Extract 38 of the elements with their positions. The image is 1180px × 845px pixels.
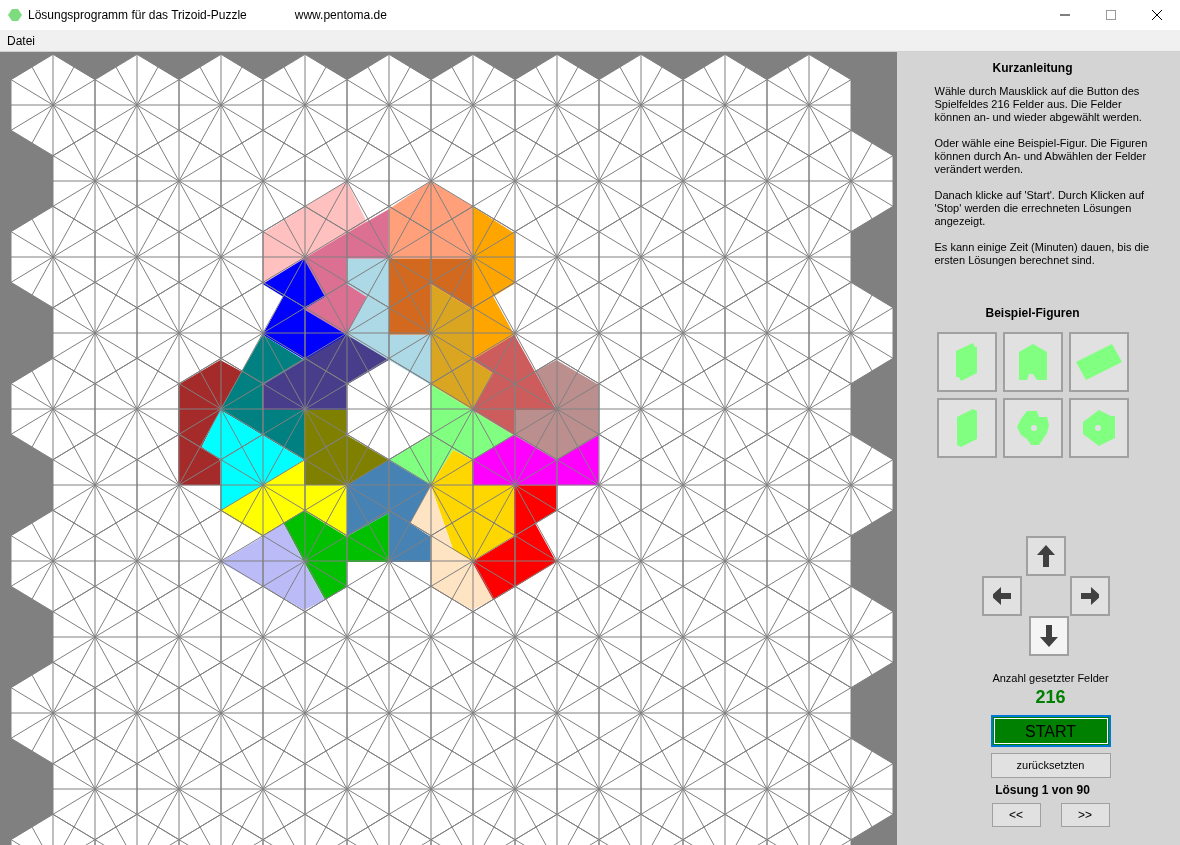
figure-shape-icon: [1016, 411, 1049, 445]
solution-label: Lösung 1 von 90: [995, 784, 1090, 797]
figure-shape-icon: [956, 343, 977, 381]
arrow-left-icon: [992, 585, 1011, 607]
example-figure-button[interactable]: [936, 398, 997, 458]
arrow-up-icon: [1036, 545, 1055, 567]
example-figure-button[interactable]: [1068, 398, 1129, 458]
example-figure-button[interactable]: [1002, 398, 1063, 458]
app-icon: [8, 9, 22, 21]
instruction-paragraph: Wähle durch Mausklick auf die Button des Spielfeldes 216 Felder aus. Die Felder können an- und wieder abgewählt werden.: [934, 85, 1143, 124]
example-figure-button[interactable]: [936, 332, 997, 392]
count-label: Anzahl gesetzter Felder: [992, 672, 1109, 685]
arrow-right-icon: [1080, 585, 1099, 607]
right-button[interactable]: [1069, 576, 1110, 616]
figure-shape-icon: [1082, 410, 1115, 446]
instruction-paragraph: Danach klicke auf 'Start'. Durch Klicken auf 'Stop' werden die errechneten Lösungen angezeigt.: [934, 189, 1146, 228]
down-button[interactable]: [1028, 616, 1069, 656]
examples-heading: Beispiel-Figuren: [985, 307, 1080, 320]
puzzle-board-drawing[interactable]: [0, 52, 897, 845]
instruction-paragraph: Oder wähle eine Beispiel-Figur. Die Figuren können durch An- und Abwählen der Felder verändert werden.: [934, 137, 1149, 176]
start-button[interactable]: START: [990, 715, 1111, 747]
reset-button[interactable]: zurücksetzten: [990, 753, 1111, 778]
left-button[interactable]: [981, 576, 1022, 616]
window-url: www.pentoma.de: [294, 7, 387, 24]
arrow-down-icon: [1039, 625, 1058, 647]
previous-button[interactable]: <<: [991, 803, 1041, 827]
figure-shape-icon: [956, 409, 977, 447]
next-button[interactable]: >>: [1060, 803, 1110, 827]
example-figure-button[interactable]: [1002, 332, 1063, 392]
up-button[interactable]: [1025, 536, 1066, 576]
count-value: 216: [1035, 687, 1066, 707]
figure-shape-icon: [1018, 344, 1047, 380]
example-figure-button[interactable]: [1068, 332, 1129, 392]
instruction-paragraph: Es kann einige Zeit (Minuten) dauen, bis die ersten Lösungen berechnet sind.: [934, 241, 1151, 267]
menu-item[interactable]: Datei: [0, 31, 42, 50]
instructions-heading: Kurzanleitung: [992, 62, 1073, 75]
window-title: Lösungsprogramm für das Trizoid-Puzzle: [28, 7, 247, 24]
figure-shape-icon: [1075, 344, 1122, 380]
